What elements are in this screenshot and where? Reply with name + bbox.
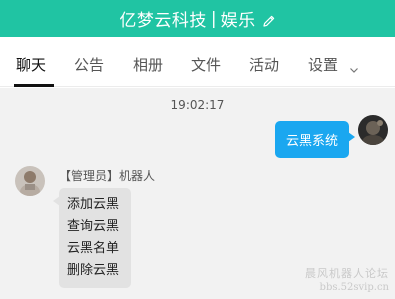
message-timestamp: 19:02:17: [170, 98, 225, 112]
header-separator: |: [210, 8, 217, 29]
menu-line-query: 查询云黑: [67, 219, 120, 234]
sender-name: 【管理员】机器人: [59, 169, 156, 183]
chevron-down-icon: [349, 61, 359, 73]
group-header: 亿梦云科技 | 娱乐: [0, 0, 395, 37]
menu-line-delete: 删除云黑: [67, 263, 120, 278]
chat-area[interactable]: 19:02:17 云黑系统 【管理员】机器人 添加云黑 查询云黑 云黑名单 删除…: [0, 88, 395, 299]
pencil-icon[interactable]: [262, 13, 276, 27]
watermark-title: 晨风机器人论坛: [305, 267, 389, 280]
watermark: 晨风机器人论坛 bbs.52svip.cn: [305, 267, 389, 295]
group-category: 娱乐: [220, 11, 256, 31]
tab-announcements[interactable]: 公告: [74, 56, 104, 74]
outgoing-message-bubble[interactable]: 云黑系统: [274, 121, 356, 158]
tab-bar: 聊天 公告 相册 文件 活动 设置: [0, 37, 395, 87]
tab-activities[interactable]: 活动: [249, 56, 279, 74]
avatar-self[interactable]: [358, 115, 388, 145]
tab-settings[interactable]: 设置: [308, 56, 359, 74]
group-name: 亿梦云科技: [119, 11, 207, 31]
tab-files[interactable]: 文件: [191, 56, 221, 74]
incoming-message-bubble[interactable]: 添加云黑 查询云黑 云黑名单 删除云黑: [53, 188, 131, 288]
watermark-url: bbs.52svip.cn: [319, 282, 389, 293]
tab-album[interactable]: 相册: [133, 56, 163, 74]
tab-settings-label: 设置: [308, 56, 339, 74]
active-tab-indicator: [14, 84, 54, 87]
menu-line-list: 云黑名单: [67, 241, 120, 256]
tab-chat[interactable]: 聊天: [16, 56, 46, 74]
app-frame: 亿梦云科技 | 娱乐 聊天 公告 相册 文件 活动 设置 19:02:17 云黑…: [0, 0, 395, 299]
avatar-robot[interactable]: [15, 166, 45, 196]
menu-line-add: 添加云黑: [67, 197, 120, 212]
